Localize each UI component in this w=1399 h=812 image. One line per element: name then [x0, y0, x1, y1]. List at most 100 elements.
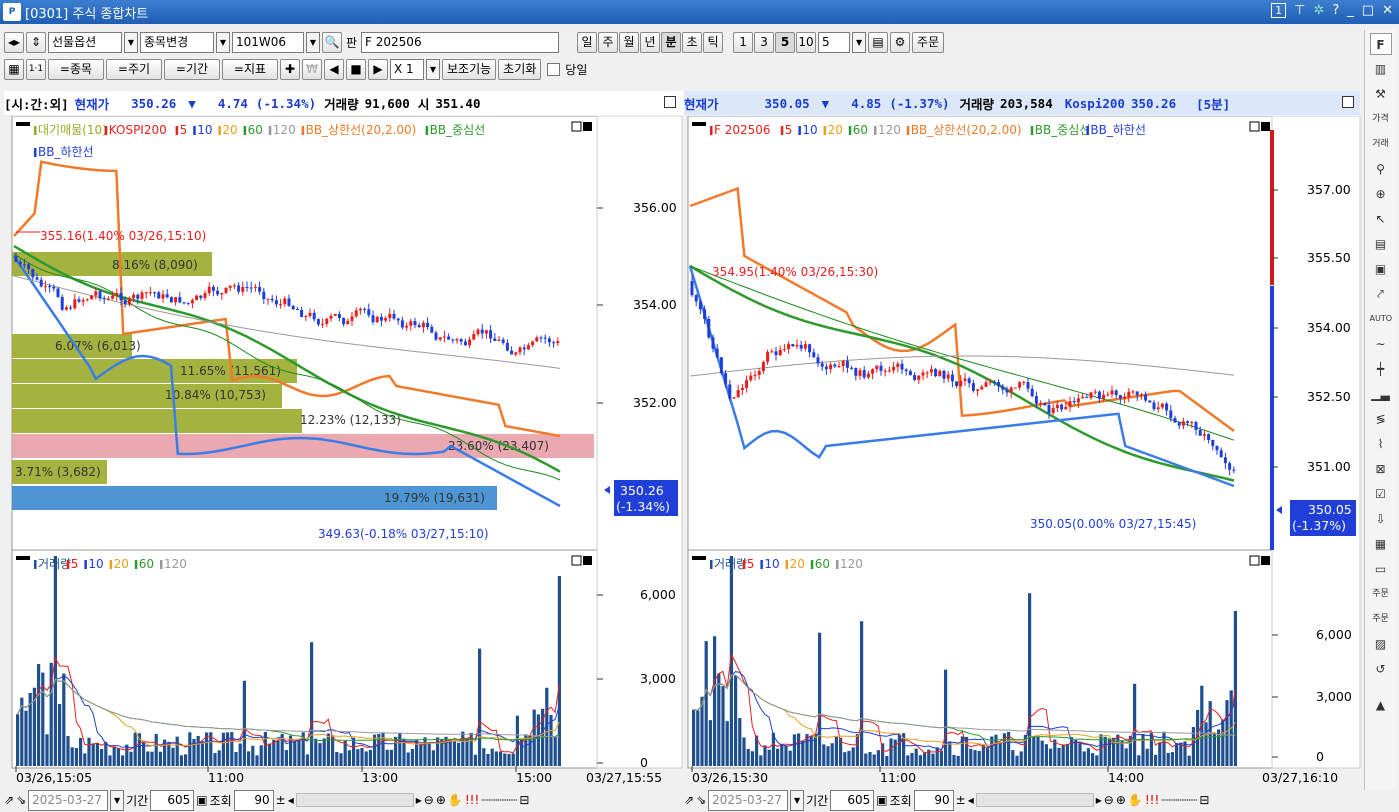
today-checkbox[interactable] [547, 62, 561, 76]
reset-button[interactable]: 초기화 [498, 58, 542, 80]
scroll-right-icon[interactable]: ▸ [1096, 793, 1102, 807]
query-icon[interactable]: ▣ [196, 793, 207, 807]
star-icon[interactable]: ✲ [1313, 3, 1324, 18]
chart-mode-icon[interactable]: ⇗ [4, 793, 14, 807]
multiplier-dropdown-icon[interactable]: ▼ [426, 58, 440, 80]
grid-icon[interactable]: ▦ [4, 58, 24, 80]
date-input[interactable]: 2025-03-27 [28, 789, 109, 811]
price-icon[interactable]: 가격 [1370, 108, 1392, 130]
option-tab[interactable]: =지표 [222, 58, 278, 80]
trade-icon[interactable]: 거래 [1370, 133, 1392, 155]
stop-icon[interactable]: ■ [346, 58, 366, 80]
help-icon[interactable]: ? [1332, 3, 1339, 18]
image-icon[interactable]: ▨ [1370, 633, 1392, 655]
prev-next-icon[interactable]: ◂▸ [4, 31, 24, 53]
bars-icon[interactable]: !!! [1145, 793, 1159, 807]
crosshair-icon[interactable]: ✚ [280, 58, 300, 80]
zoom-in-icon[interactable]: ⊕ [436, 793, 446, 807]
market-dropdown-icon[interactable]: ▼ [124, 31, 138, 53]
order-button[interactable]: 주문 [912, 31, 945, 53]
interval-input[interactable]: 5 [818, 31, 851, 53]
zoom-in-icon[interactable]: ⊕ [1116, 793, 1126, 807]
export-icon[interactable]: ▦ [1370, 533, 1392, 555]
report-search-icon[interactable]: ▣ [1370, 258, 1392, 280]
slider-icon[interactable]: ┈┈┈┈┈ [481, 793, 517, 807]
zoom-input[interactable]: 90 [233, 789, 274, 811]
layout-icon[interactable]: 1·1 [26, 58, 46, 80]
minimize-icon[interactable]: _ [1347, 3, 1354, 18]
hand-icon[interactable]: ✋ [1128, 793, 1143, 807]
zoom-input[interactable]: 90 [913, 789, 954, 811]
period-button[interactable]: 일 [577, 31, 598, 53]
download-icon[interactable]: ⇩ [1370, 508, 1392, 530]
scroll-left-icon[interactable]: ◂ [968, 793, 974, 807]
maximize-icon[interactable]: □ [1362, 3, 1374, 18]
save-icon[interactable]: ▤ [868, 31, 889, 53]
order2-icon[interactable]: 주문 [1370, 608, 1392, 630]
period-button[interactable]: 년 [640, 31, 661, 53]
magnify-icon[interactable]: ⊕ [1370, 183, 1392, 205]
period-button[interactable]: 월 [619, 31, 640, 53]
interval-button[interactable]: 10 [796, 31, 817, 53]
zoom-out-icon[interactable]: ⊖ [1104, 793, 1114, 807]
count-input[interactable]: 605 [830, 789, 875, 811]
won-icon[interactable]: ₩ [302, 58, 322, 80]
count-input[interactable]: 605 [150, 789, 195, 811]
box-check-icon[interactable]: ☑ [1370, 483, 1392, 505]
right-header-toggle-icon[interactable] [1342, 96, 1354, 108]
wave-icon[interactable]: ⌇ [1370, 433, 1392, 455]
zoom-out-icon[interactable]: ⊖ [424, 793, 434, 807]
sidebar-scroll-up-icon[interactable]: ▲ [1370, 694, 1392, 716]
page-box-icon[interactable]: 1 [1271, 3, 1287, 18]
scroll-left-icon[interactable]: ◀ [324, 58, 344, 80]
code-input[interactable]: 101W06 [232, 31, 304, 53]
search-icon[interactable]: 🔍 [322, 31, 342, 53]
futures-icon[interactable]: F [1369, 33, 1392, 55]
stepper-icon[interactable]: ± [956, 793, 966, 807]
scrollbar-track[interactable] [295, 793, 414, 807]
hand-icon[interactable]: ✋ [448, 793, 463, 807]
scroll-right-icon[interactable]: ▶ [368, 58, 388, 80]
date-input[interactable]: 2025-03-27 [708, 789, 789, 811]
window-icon[interactable]: ▭ [1370, 558, 1392, 580]
chart-type-icon[interactable]: ▥ [1370, 58, 1392, 80]
chart-mode2-icon[interactable]: ⇘ [696, 793, 706, 807]
auto-icon[interactable]: AUTO [1370, 308, 1393, 330]
scroll-left-icon[interactable]: ◂ [288, 793, 294, 807]
box-x-icon[interactable]: ⊠ [1370, 458, 1392, 480]
marker-icon[interactable]: ⚲ [1370, 158, 1392, 180]
period-button[interactable]: 초 [682, 31, 703, 53]
split-icon[interactable]: ⊟ [1199, 793, 1209, 807]
interval-button[interactable]: 5 [775, 31, 796, 53]
up-down-icon[interactable]: ⇕ [26, 31, 46, 53]
change-item-select[interactable]: 종목변경 [140, 31, 214, 53]
main-icon[interactable]: 주문 [1370, 583, 1392, 605]
left-header-toggle-icon[interactable] [664, 96, 676, 108]
bar-icon[interactable]: ▁▃ [1370, 383, 1392, 405]
date-dropdown-icon[interactable]: ▼ [790, 789, 805, 811]
line-icon[interactable]: ∼ [1370, 333, 1392, 355]
scroll-right-icon[interactable]: ▸ [416, 793, 422, 807]
option-tab[interactable]: =주기 [106, 58, 162, 80]
pointer-icon[interactable]: ↖ [1370, 208, 1392, 230]
option-tab[interactable]: =기간 [164, 58, 220, 80]
multiplier-input[interactable]: X 1 [390, 58, 424, 80]
charts-area[interactable]: 8.16% (8,090)6.07% (6,013)11.65% (11,561… [0, 116, 1362, 788]
zigzag-icon[interactable]: ≶ [1370, 408, 1392, 430]
split-icon[interactable]: ⊟ [519, 793, 529, 807]
slider-icon[interactable]: ┈┈┈┈┈ [1161, 793, 1197, 807]
code-dropdown-icon[interactable]: ▼ [306, 31, 320, 53]
market-select[interactable]: 선물옵션 [48, 31, 122, 53]
date-dropdown-icon[interactable]: ▼ [110, 789, 125, 811]
change-item-dropdown-icon[interactable]: ▼ [216, 31, 230, 53]
query-icon[interactable]: ▣ [876, 793, 887, 807]
stepper-icon[interactable]: ± [276, 793, 286, 807]
period-button[interactable]: 분 [661, 31, 682, 53]
period-button[interactable]: 틱 [703, 31, 724, 53]
bars-icon[interactable]: !!! [465, 793, 479, 807]
interval-dropdown-icon[interactable]: ▼ [852, 31, 867, 53]
chart-mode2-icon[interactable]: ⇘ [16, 793, 26, 807]
tool-icon[interactable]: ⚒ [1370, 83, 1392, 105]
undo-icon[interactable]: ↺ [1370, 658, 1392, 680]
period-button[interactable]: 주 [598, 31, 619, 53]
